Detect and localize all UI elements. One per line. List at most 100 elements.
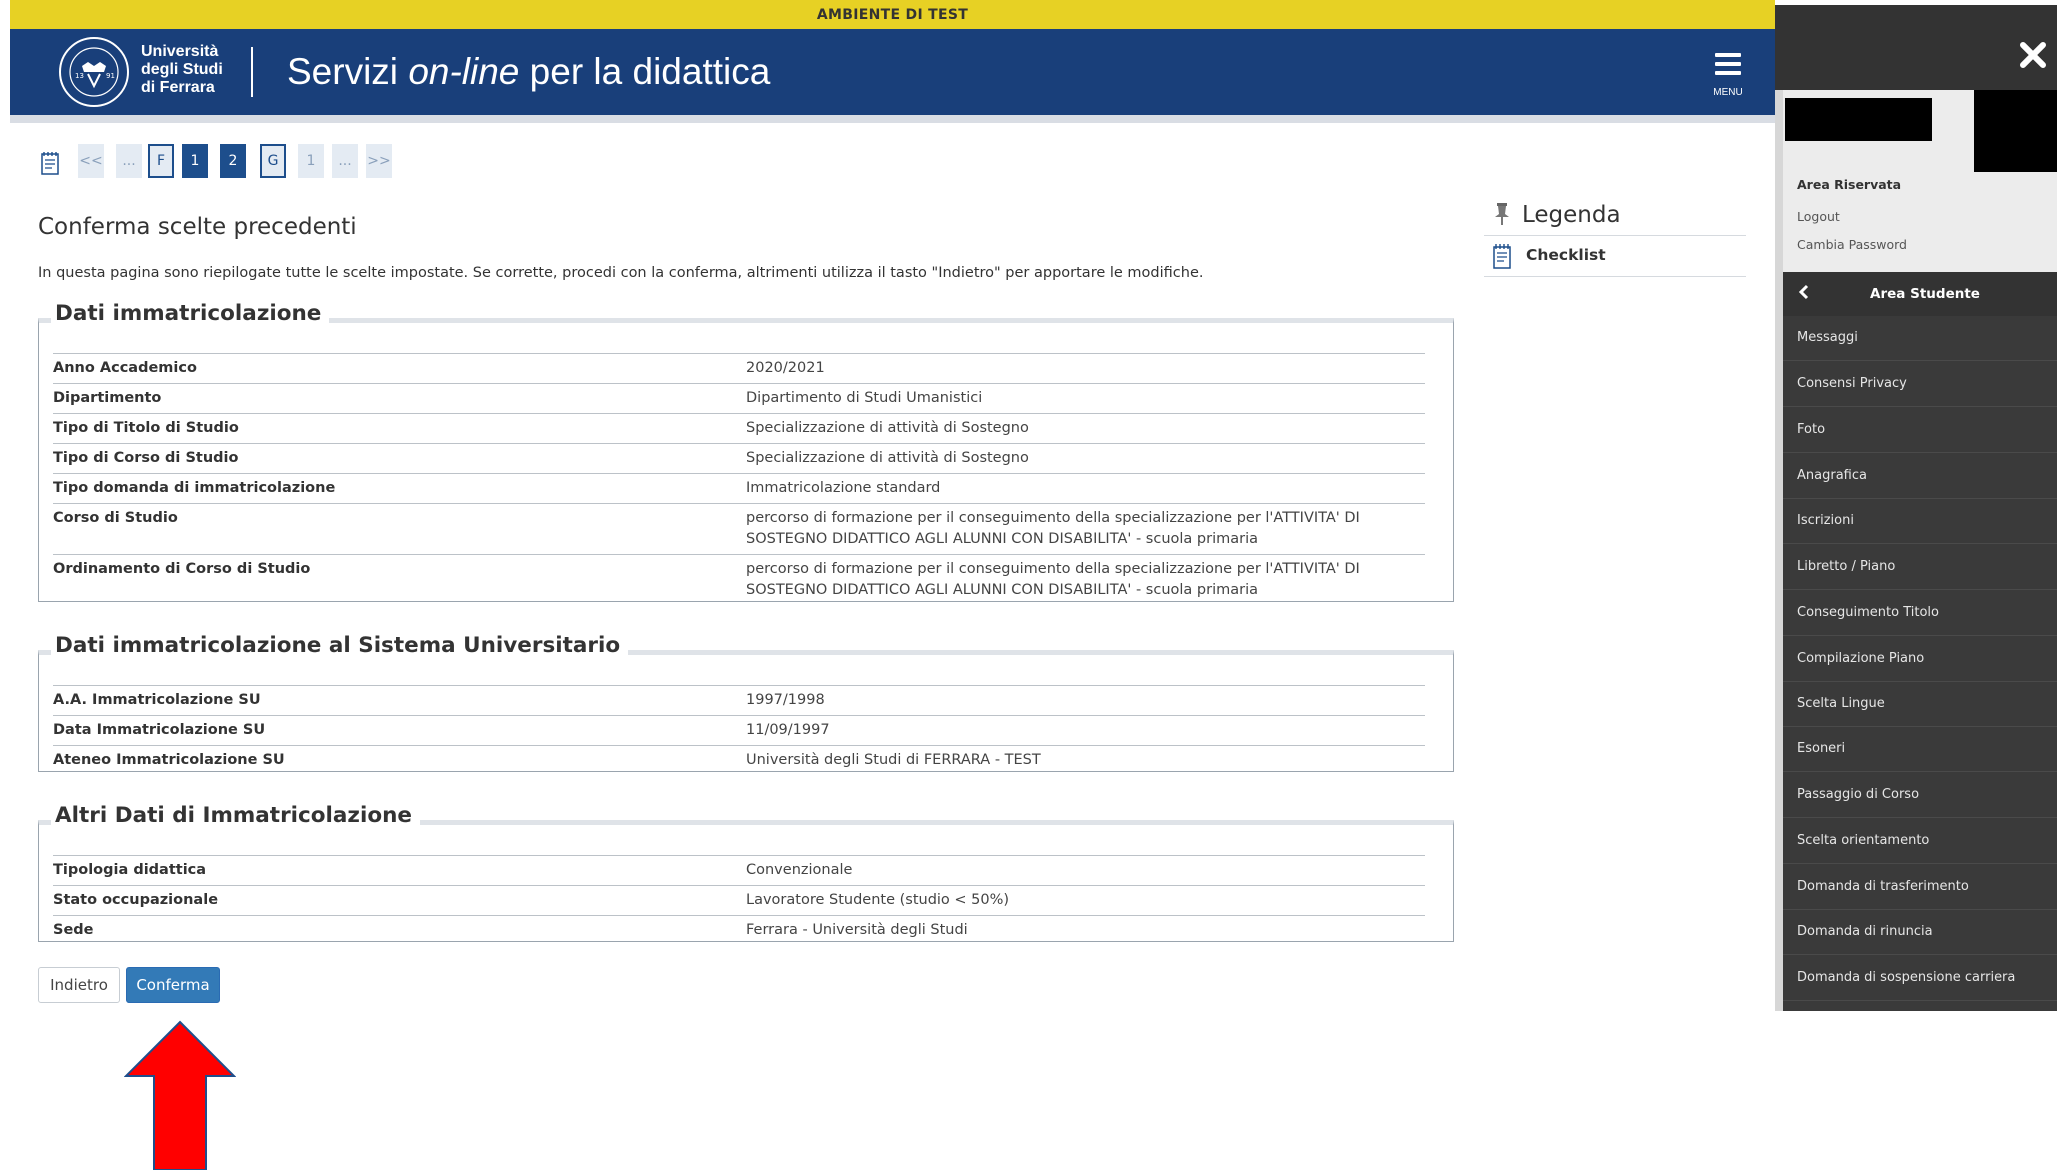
step-1-button[interactable]: 1 [182,144,208,178]
table-row: Corso di Studio percorso di formazione pe… [53,503,1425,554]
menu-item-domanda-rinuncia[interactable]: Domanda di rinuncia [1783,910,2057,955]
pin-icon [1495,203,1509,225]
table-row: Anno Accademico 2020/2021 [53,353,1425,383]
menu-item-domanda-trasferimento[interactable]: Domanda di trasferimento [1783,865,2057,910]
row-value: Ferrara - Università degli Studi [746,922,968,938]
row-label: Stato occupazionale [53,892,219,908]
site-title-part1: Servizi [287,51,409,92]
university-seal-logo: 13 91 [59,37,129,107]
fieldset-altri-dati: Altri Dati di Immatricolazione Tipologia… [38,803,1454,945]
row-value: Convenzionale [746,862,853,878]
data-table: A.A. Immatricolazione SU 1997/1998 Data I… [53,685,1425,775]
university-name: Università degli Studi di Ferrara [141,43,223,97]
confirm-button[interactable]: Conferma [126,967,220,1003]
row-label: Ordinamento di Corso di Studio [53,561,311,577]
section-legend: Dati immatricolazione al Sistema Univers… [51,633,629,658]
menu-item-domanda-sospensione[interactable]: Domanda di sospensione carriera [1783,956,2057,1001]
legend-title: Legenda [1522,202,1621,228]
step-g-button[interactable]: G [260,144,286,178]
row-label: A.A. Immatricolazione SU [53,692,261,708]
table-row: Tipo di Titolo di Studio Specializzazione… [53,413,1425,443]
step-last-button[interactable]: >> [366,144,392,178]
menu-item-anagrafica[interactable]: Anagrafica [1783,454,2057,499]
fieldset-dati-immatricolazione: Dati immatricolazione Anno Accademico 202… [38,301,1454,605]
menu-button[interactable]: MENU [1710,53,1746,99]
legend-checklist-label: Checklist [1526,246,1606,264]
side-panel-header [1775,5,2057,90]
step-first-button[interactable]: << [78,144,104,178]
step-next-1-button[interactable]: 1 [298,144,324,178]
row-label: Ateneo Immatricolazione SU [53,752,285,768]
site-title: Servizi on-line per la didattica [287,49,770,95]
row-label: Dipartimento [53,390,162,406]
hamburger-bar [1715,62,1741,66]
menu-item-passaggio-corso[interactable]: Passaggio di Corso [1783,773,2057,818]
side-panel-edge [1775,90,1783,1011]
hamburger-bar [1715,71,1741,75]
step-ellipsis: ... [332,144,358,178]
section-legend: Dati immatricolazione [51,301,330,326]
row-value: Specializzazione di attività di Sostegno [746,450,1029,466]
site-header: 13 91 Università degli Studi di Ferrara … [10,29,1775,115]
back-button[interactable]: Indietro [38,967,120,1003]
checklist-icon[interactable] [40,150,62,176]
table-row: Ateneo Immatricolazione SU Università deg… [53,745,1425,775]
menu-item-scelta-orientamento[interactable]: Scelta orientamento [1783,819,2057,864]
row-label: Data Immatricolazione SU [53,722,266,738]
table-row: Data Immatricolazione SU 11/09/1997 [53,715,1425,745]
change-password-link[interactable]: Cambia Password [1797,237,1907,252]
site-title-italic: on-line [408,51,520,92]
test-environment-banner: AMBIENTE DI TEST [10,0,1775,29]
row-label: Tipo di Corso di Studio [53,450,239,466]
menu-item-consensi-privacy[interactable]: Consensi Privacy [1783,362,2057,407]
hamburger-icon [1715,53,1741,57]
logo-line-2: degli Studi [141,61,223,78]
arrow-up-icon [124,1020,236,1170]
menu-item-libretto-piano[interactable]: Libretto / Piano [1783,545,2057,590]
menu-item-esoneri[interactable]: Esoneri [1783,727,2057,772]
header-divider [251,47,253,97]
close-icon[interactable] [2018,40,2048,70]
student-area-menu: Area Studente Messaggi Consensi Privacy … [1783,272,2057,1011]
row-label: Tipologia didattica [53,862,207,878]
student-area-header: Area Studente [1783,272,2057,316]
section-legend: Altri Dati di Immatricolazione [51,803,420,828]
page-title: Conferma scelte precedenti [38,214,357,240]
row-value: Specializzazione di attività di Sostegno [746,420,1029,436]
student-area-title: Area Studente [1870,286,1980,302]
logout-link[interactable]: Logout [1797,209,1840,224]
menu-item-scelta-lingue[interactable]: Scelta Lingue [1783,682,2057,727]
fieldset-sistema-universitario: Dati immatricolazione al Sistema Univers… [38,633,1454,775]
menu-item-foto[interactable]: Foto [1783,408,2057,453]
table-row: Tipologia didattica Convenzionale [53,855,1425,885]
row-value: Immatricolazione standard [746,480,941,496]
row-label: Tipo domanda di immatricolazione [53,480,336,496]
table-row: Sede Ferrara - Università degli Studi [53,915,1425,945]
legend-header: Legenda [1484,198,1746,236]
menu-item-compilazione-piano[interactable]: Compilazione Piano [1783,637,2057,682]
row-value: 2020/2021 [746,360,825,376]
table-row: Ordinamento di Corso di Studio percorso d… [53,554,1425,605]
data-table: Anno Accademico 2020/2021 Dipartimento Dip… [53,353,1425,605]
logo-line-1: Università [141,43,219,60]
row-value: Dipartimento di Studi Umanistici [746,390,983,406]
checklist-icon [1493,244,1511,269]
svg-text:91: 91 [106,72,115,80]
data-table: Tipologia didattica Convenzionale Stato o… [53,855,1425,945]
reserved-area-title: Area Riservata [1797,177,1902,192]
header-underline [10,115,1775,123]
step-2-current[interactable]: 2 [220,144,246,178]
step-f-button[interactable]: F [148,144,174,178]
row-value: percorso di formazione per il conseguime… [746,510,1360,547]
menu-item-messaggi[interactable]: Messaggi [1783,316,2057,361]
legend-panel: Legenda Checklist [1484,198,1746,277]
table-row: Tipo domanda di immatricolazione Immatric… [53,473,1425,503]
svg-text:13: 13 [75,72,84,80]
step-ellipsis: ... [116,144,142,178]
menu-item-iscrizioni[interactable]: Iscrizioni [1783,499,2057,544]
row-label: Anno Accademico [53,360,197,376]
row-value: Università degli Studi di FERRARA - TEST [746,752,1041,768]
menu-item-conseguimento-titolo[interactable]: Conseguimento Titolo [1783,591,2057,636]
table-row: Tipo di Corso di Studio Specializzazione … [53,443,1425,473]
row-label: Corso di Studio [53,510,178,526]
